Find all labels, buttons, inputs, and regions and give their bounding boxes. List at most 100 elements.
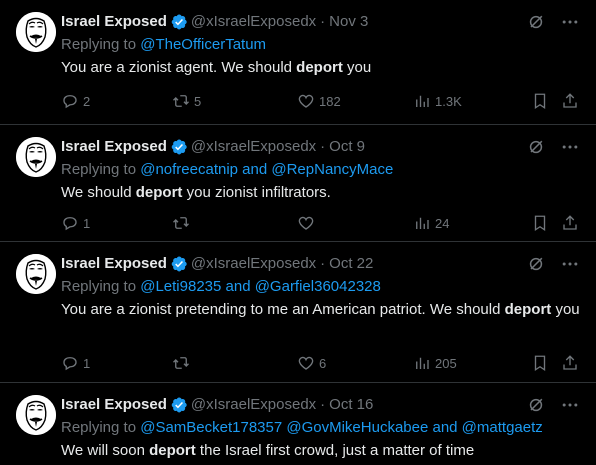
author-handle[interactable]: @xIsraelExposedx [191, 137, 316, 157]
timeline: Israel Exposed @xIsraelExposedx · Nov 3 … [0, 0, 596, 465]
tweet-text-before: You are a zionist agent. We should [61, 59, 297, 76]
grok-icon[interactable] [526, 12, 546, 32]
tweet-text: You are a zionist pretending to me an Am… [61, 298, 580, 321]
share-icon[interactable] [561, 213, 579, 233]
guy-fawkes-mask-avatar[interactable] [16, 12, 56, 52]
tweet-header-actions [526, 137, 580, 157]
author-handle[interactable]: @xIsraelExposedx [191, 395, 316, 415]
replying-to: Replying to @TheOfficerTatum [61, 35, 580, 55]
separator-dot: · [320, 138, 326, 155]
share-icon[interactable] [561, 353, 579, 373]
reply-count: 2 [83, 93, 91, 109]
separator-dot: · [320, 396, 326, 413]
views-button[interactable]: 1.3K [413, 91, 462, 111]
replying-to: Replying to @SamBecket178357 @GovMikeHuc… [61, 418, 580, 438]
tweet-content: Israel Exposed @xIsraelExposedx · Oct 9 … [61, 137, 580, 204]
views-count: 24 [435, 215, 450, 231]
guy-fawkes-mask-avatar[interactable] [16, 254, 56, 294]
author-handle[interactable]: @xIsraelExposedx [191, 12, 316, 32]
more-icon[interactable] [560, 395, 580, 415]
tweet-content: Israel Exposed @xIsraelExposedx · Oct 22… [61, 254, 580, 321]
tweet-date[interactable]: Oct 22 [329, 254, 373, 274]
bookmark-icon[interactable] [531, 91, 549, 111]
tweet[interactable]: Israel Exposed @xIsraelExposedx · Oct 16… [0, 383, 596, 465]
tweet-header: Israel Exposed @xIsraelExposedx · Oct 22 [61, 254, 580, 274]
views-button[interactable]: 24 [413, 213, 449, 233]
tweet-text-highlight: deport [296, 59, 343, 76]
tweet-header-actions [526, 12, 580, 32]
reply-button[interactable]: 1 [61, 213, 90, 233]
grok-icon[interactable] [526, 395, 546, 415]
views-button[interactable]: 205 [413, 353, 457, 373]
like-button[interactable]: 6 [297, 353, 326, 373]
tweet-actions: 2 5 182 1.3K [61, 91, 580, 111]
tweet-text-highlight: deport [504, 301, 552, 318]
retweet-button[interactable]: 5 [172, 91, 201, 111]
tweet-header-actions [526, 395, 580, 415]
like-count: 6 [319, 355, 327, 371]
like-count: 182 [319, 93, 341, 109]
author-name[interactable]: Israel Exposed [61, 254, 167, 274]
replying-to: Replying to @nofreecatnip and @RepNancyM… [61, 160, 580, 180]
verified-badge-icon [170, 138, 188, 156]
grok-icon[interactable] [526, 254, 546, 274]
tweet-actions: 1 6 205 [61, 353, 580, 373]
author-handle[interactable]: @xIsraelExposedx [191, 254, 316, 274]
grok-icon[interactable] [526, 137, 546, 157]
tweet-text-before: We will soon [61, 442, 150, 459]
tweet-date[interactable]: Oct 16 [329, 395, 373, 415]
tweet-date[interactable]: Oct 9 [329, 137, 365, 157]
reply-button[interactable]: 2 [61, 91, 90, 111]
tweet-text-after: you [342, 59, 372, 76]
replying-prefix: Replying to [61, 419, 137, 436]
tweet-header: Israel Exposed @xIsraelExposedx · Oct 16 [61, 395, 580, 415]
tweet-header-actions [526, 254, 580, 274]
reply-count: 1 [83, 355, 91, 371]
tweet-date[interactable]: Nov 3 [329, 12, 368, 32]
separator-dot: · [320, 13, 326, 30]
views-count: 1.3K [435, 93, 462, 109]
tweet[interactable]: Israel Exposed @xIsraelExposedx · Nov 3 … [0, 0, 596, 125]
replying-mentions[interactable]: @nofreecatnip and @RepNancyMace [140, 161, 393, 178]
replying-prefix: Replying to [61, 278, 137, 295]
tweet-text: You are a zionist agent. We should depor… [61, 56, 580, 79]
tweet-text-highlight: deport [149, 442, 196, 459]
more-icon[interactable] [560, 12, 580, 32]
tweet-header: Israel Exposed @xIsraelExposedx · Nov 3 [61, 12, 580, 32]
like-button[interactable] [297, 213, 319, 233]
tweet-text: We will soon deport the Israel first cro… [61, 439, 580, 462]
replying-prefix: Replying to [61, 161, 137, 178]
replying-mentions[interactable]: @Leti98235 and @Garfiel36042328 [140, 278, 381, 295]
retweet-button[interactable] [172, 353, 194, 373]
more-icon[interactable] [560, 137, 580, 157]
tweet-header: Israel Exposed @xIsraelExposedx · Oct 9 [61, 137, 580, 157]
replying-to: Replying to @Leti98235 and @Garfiel36042… [61, 277, 580, 297]
separator-dot: · [320, 255, 326, 272]
reply-button[interactable]: 1 [61, 353, 90, 373]
retweet-button[interactable] [172, 213, 194, 233]
author-name[interactable]: Israel Exposed [61, 395, 167, 415]
tweet-text-highlight: deport [135, 184, 183, 201]
tweet-text-before: You are a zionist pretending to me an Am… [61, 301, 505, 318]
more-icon[interactable] [560, 254, 580, 274]
replying-mentions[interactable]: @SamBecket178357 @GovMikeHuckabee and @m… [140, 419, 543, 436]
tweet-text: We should deport you zionist infiltrator… [61, 181, 580, 204]
guy-fawkes-mask-avatar[interactable] [16, 137, 56, 177]
reply-count: 1 [83, 215, 91, 231]
tweet-text-after: you zionist infiltrators. [182, 184, 331, 201]
tweet[interactable]: Israel Exposed @xIsraelExposedx · Oct 22… [0, 242, 596, 383]
replying-prefix: Replying to [61, 36, 137, 53]
bookmark-icon[interactable] [531, 213, 549, 233]
like-button[interactable]: 182 [297, 91, 341, 111]
retweet-count: 5 [194, 93, 202, 109]
guy-fawkes-mask-avatar[interactable] [16, 395, 56, 435]
tweet[interactable]: Israel Exposed @xIsraelExposedx · Oct 9 … [0, 125, 596, 242]
tweet-text-after: the Israel first crowd, just a matter of… [195, 442, 475, 459]
replying-mentions[interactable]: @TheOfficerTatum [140, 36, 266, 53]
share-icon[interactable] [561, 91, 579, 111]
author-name[interactable]: Israel Exposed [61, 137, 167, 157]
verified-badge-icon [170, 255, 188, 273]
author-name[interactable]: Israel Exposed [61, 12, 167, 32]
bookmark-icon[interactable] [531, 353, 549, 373]
tweet-content: Israel Exposed @xIsraelExposedx · Oct 16… [61, 395, 580, 462]
